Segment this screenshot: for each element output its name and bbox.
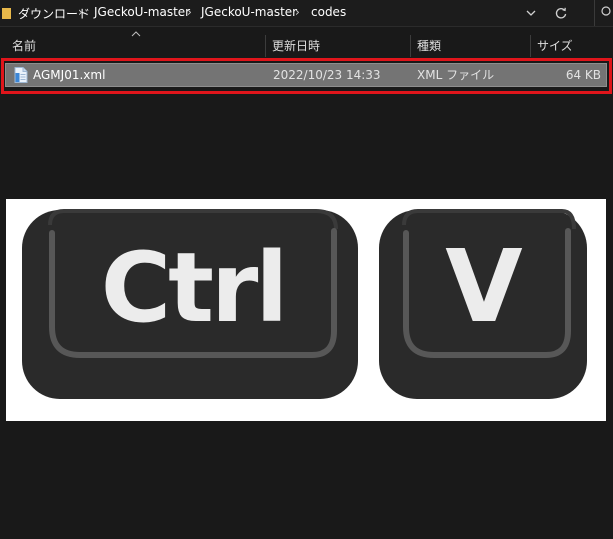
column-header-row: 名前 更新日時 種類 サイズ: [0, 31, 613, 58]
folder-icon: [2, 8, 11, 19]
chevron-down-icon[interactable]: [522, 4, 540, 22]
column-divider[interactable]: [265, 35, 266, 57]
column-modified[interactable]: 更新日時: [272, 34, 320, 58]
breadcrumb-separator[interactable]: ›: [187, 5, 192, 19]
search-icon: [601, 6, 611, 16]
column-divider[interactable]: [410, 35, 411, 57]
refresh-icon[interactable]: [552, 4, 570, 22]
ctrl-v-keys-image: Ctrl V: [6, 199, 606, 421]
breadcrumb-jgeckou-master-1[interactable]: JGeckoU-master: [94, 5, 190, 19]
file-modified: 2022/10/23 14:33: [273, 68, 381, 82]
ctrl-key-icon: Ctrl: [22, 209, 358, 399]
v-key-label: V: [445, 228, 522, 345]
file-type: XML ファイル: [417, 68, 495, 82]
file-name[interactable]: AGMJ01.xml: [33, 64, 105, 86]
column-size[interactable]: サイズ: [537, 34, 573, 58]
search-box[interactable]: [594, 0, 613, 26]
sort-ascending-icon: [131, 31, 141, 37]
v-key-icon: V: [379, 209, 587, 399]
column-type[interactable]: 種類: [417, 34, 441, 58]
ctrl-key-label: Ctrl: [101, 232, 286, 344]
column-divider[interactable]: [530, 35, 531, 57]
column-name[interactable]: 名前: [12, 34, 36, 58]
breadcrumb-jgeckou-master-2[interactable]: JGeckoU-master: [201, 5, 297, 19]
file-size: 64 KB: [565, 68, 601, 82]
breadcrumb-codes[interactable]: codes: [311, 5, 346, 19]
address-bar[interactable]: ダウンロード › JGeckoU-master › JGeckoU-master…: [0, 0, 613, 27]
file-row[interactable]: AGMJ01.xml 2022/10/23 14:33 XML ファイル 64 …: [5, 63, 607, 87]
breadcrumb-separator[interactable]: ›: [295, 5, 300, 19]
xml-file-icon: [14, 67, 28, 83]
breadcrumb-separator[interactable]: ›: [78, 5, 83, 19]
